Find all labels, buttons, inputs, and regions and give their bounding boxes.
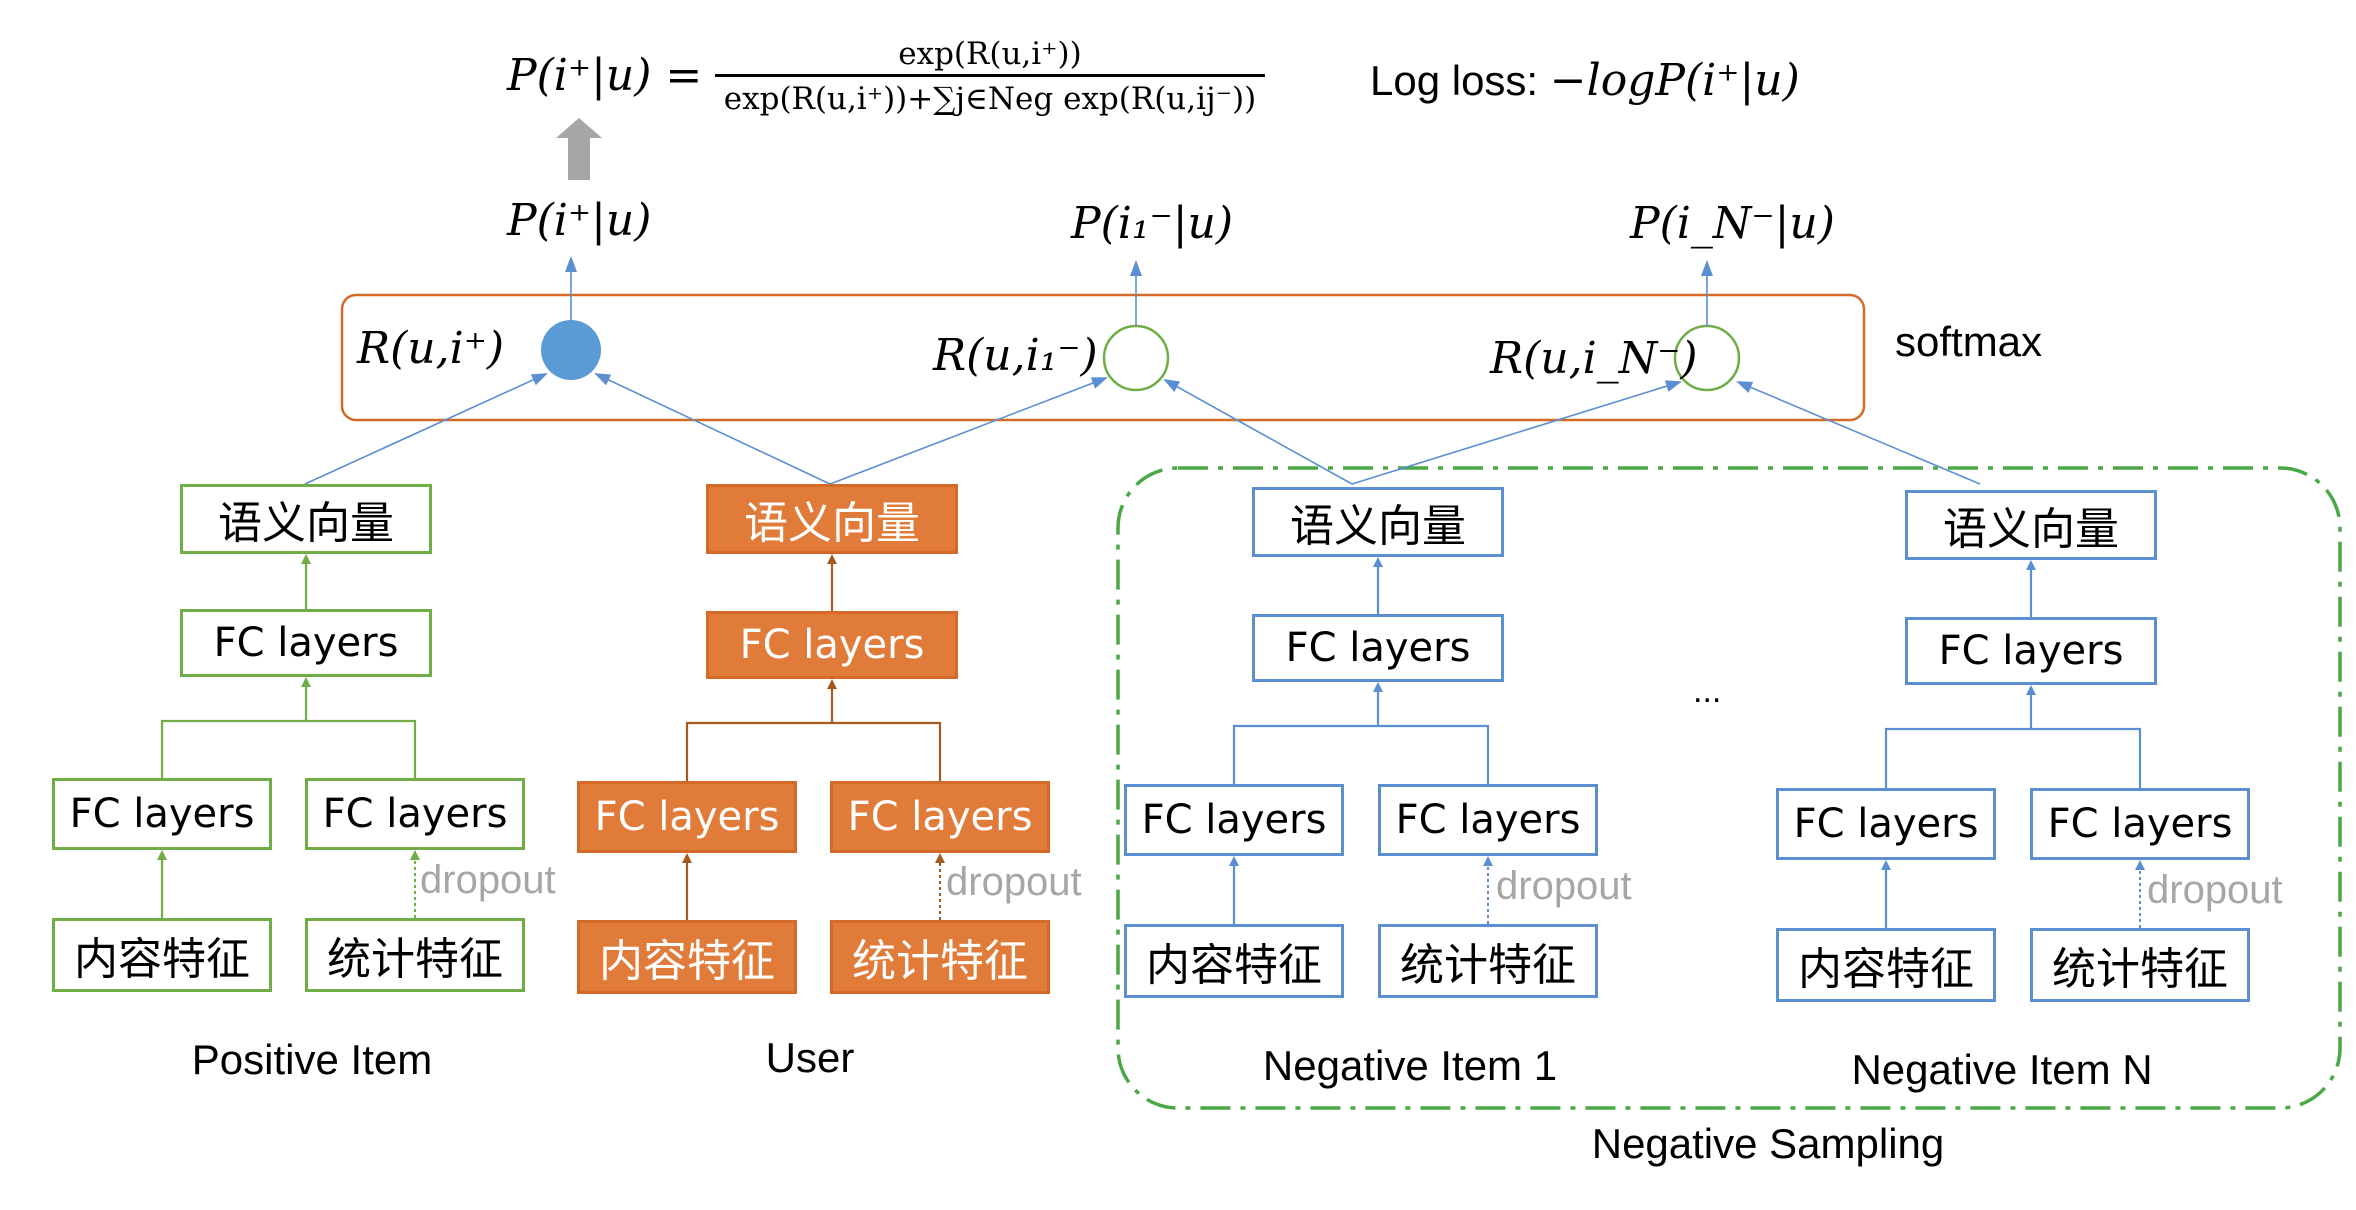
user-fc-right-box: FC layers xyxy=(830,781,1050,853)
positive-content-feature-box: 内容特征 xyxy=(52,918,272,992)
positive-caption: Positive Item xyxy=(191,1036,433,1083)
negative-n-semantic-vector-box: 语义向量 xyxy=(1905,490,2157,560)
negative-1-semantic-vector-box: 语义向量 xyxy=(1252,487,1504,557)
negative-n-fc-left-box: FC layers xyxy=(1776,788,1996,860)
negative-1-fc-left-box: FC layers xyxy=(1124,784,1344,856)
formula-numerator: exp(R(u,i⁺)) xyxy=(898,36,1082,72)
user-semantic-vector-box: 语义向量 xyxy=(706,484,958,554)
negative-1-fc-top-box: FC layers xyxy=(1252,614,1504,682)
negative-1-stat-feature-box: 统计特征 xyxy=(1378,924,1598,998)
positive-dropout-label: dropout xyxy=(420,858,556,902)
user-content-feature-box: 内容特征 xyxy=(577,920,797,994)
user-dropout-label: dropout xyxy=(946,860,1082,904)
log-loss-text: Log loss: xyxy=(1370,57,1550,104)
user-caption: User xyxy=(765,1034,855,1081)
negative-n-stat-feature-box: 统计特征 xyxy=(2030,928,2250,1002)
negative-1-prob-label: P(i₁⁻|u) xyxy=(1071,198,1234,249)
user-fc-top-box: FC layers xyxy=(706,611,958,679)
negative-n-caption: Negative Item N xyxy=(1851,1046,2153,1093)
negative-n-content-feature-box: 内容特征 xyxy=(1776,928,1996,1002)
user-fc-left-box: FC layers xyxy=(577,781,797,853)
formula-lhs: P(i⁺|u) = xyxy=(507,50,703,101)
positive-prob-label: P(i⁺|u) xyxy=(507,195,652,246)
softmax-label: softmax xyxy=(1895,318,2043,365)
negative-1-content-feature-box: 内容特征 xyxy=(1124,924,1344,998)
negative-1-score-label: R(u,i₁⁻) xyxy=(933,330,1098,381)
log-loss-label: Log loss: −logP(i⁺|u) xyxy=(1370,55,1800,106)
negative-1-dropout-label: dropout xyxy=(1496,864,1632,908)
negative-n-dropout-label: dropout xyxy=(2147,868,2283,912)
negative-1-caption: Negative Item 1 xyxy=(1262,1042,1558,1089)
user-stat-feature-box: 统计特征 xyxy=(830,920,1050,994)
positive-stat-feature-box: 统计特征 xyxy=(305,918,525,992)
negative-n-prob-label: P(i_N⁻|u) xyxy=(1630,198,1835,249)
positive-fc-left-box: FC layers xyxy=(52,778,272,850)
formula-denominator: exp(R(u,i⁺))+∑j∈Neg exp(R(u,ij⁻)) xyxy=(723,81,1257,117)
negative-n-fc-right-box: FC layers xyxy=(2030,788,2250,860)
negative-1-fc-right-box: FC layers xyxy=(1378,784,1598,856)
positive-fc-top-box: FC layers xyxy=(180,609,432,677)
negative-sampling-label: Negative Sampling xyxy=(1591,1120,1945,1167)
formula-fraction: exp(R(u,i⁺)) exp(R(u,i⁺))+∑j∈Neg exp(R(u… xyxy=(715,34,1265,121)
negative-n-score-label: R(u,i_N⁻) xyxy=(1490,333,1698,384)
positive-score-label: R(u,i⁺) xyxy=(357,323,505,374)
positive-fc-right-box: FC layers xyxy=(305,778,525,850)
log-loss-expression: −logP(i⁺|u) xyxy=(1549,55,1800,106)
negative-n-fc-top-box: FC layers xyxy=(1905,617,2157,685)
positive-semantic-vector-box: 语义向量 xyxy=(180,484,432,554)
ellipsis: ... xyxy=(1693,672,1722,710)
